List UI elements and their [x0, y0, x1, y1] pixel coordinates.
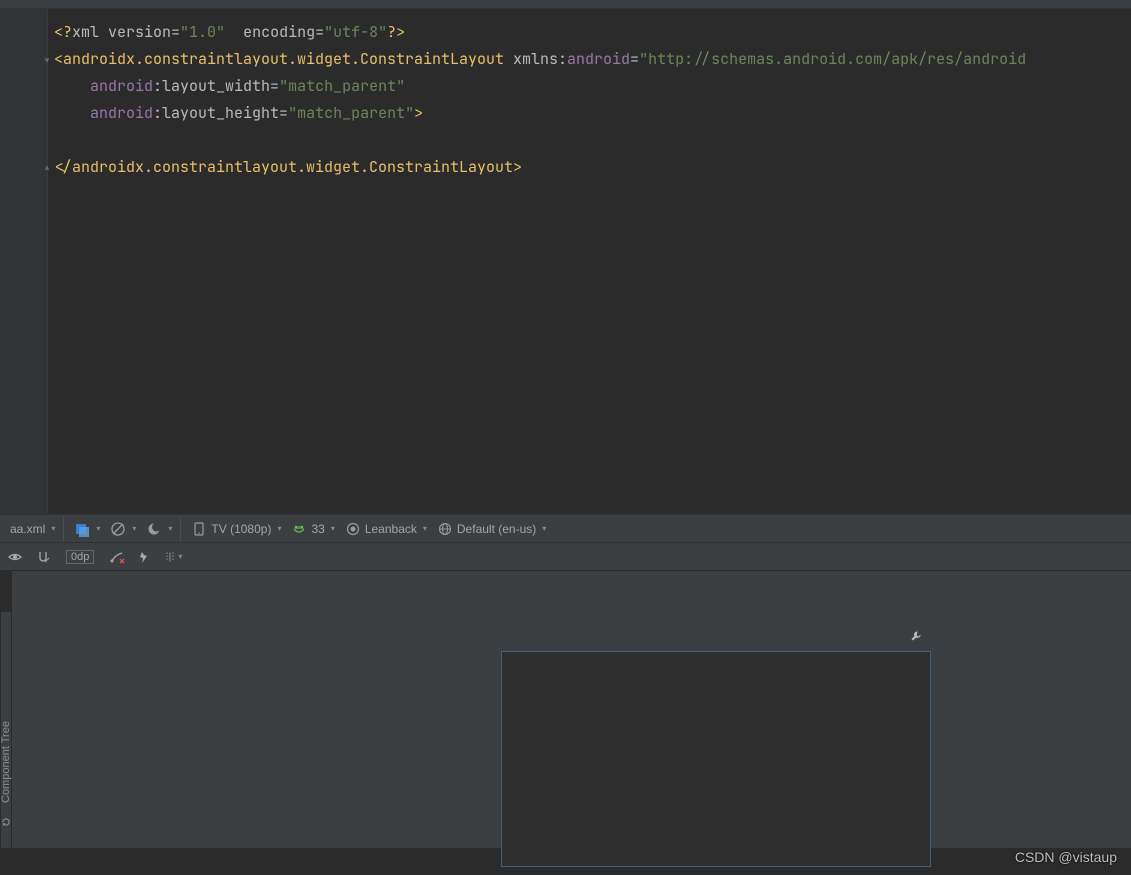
chevron-down-icon: ▾	[423, 524, 427, 533]
chevron-down-icon: ▾	[132, 524, 136, 533]
code-content[interactable]: <?xml version="1.0" encoding="utf-8"?><a…	[48, 9, 1131, 514]
dp-label: 0dp	[66, 550, 94, 564]
code-editor: ▾ ▴ <?xml version="1.0" encoding="utf-8"…	[0, 9, 1131, 514]
design-canvas[interactable]	[11, 571, 1131, 848]
chevron-down-icon: ▾	[168, 524, 172, 533]
chevron-down-icon: ▾	[277, 524, 281, 533]
default-margin[interactable]: 0dp	[62, 545, 98, 569]
design-toolbar-secondary: 0dp ▾	[0, 543, 1131, 571]
locale-label: Default (en-us)	[457, 522, 536, 536]
wrench-icon[interactable]	[910, 629, 922, 643]
design-surface	[0, 571, 1131, 875]
guidelines-dropdown[interactable]: ▾	[164, 548, 182, 566]
chevron-down-icon: ▾	[542, 524, 546, 533]
view-options-eye[interactable]	[6, 548, 24, 566]
night-mode-toggle[interactable]: ▾	[142, 517, 181, 541]
refresh-icon[interactable]	[1, 817, 11, 827]
device-dropdown[interactable]: TV (1080p) ▾	[187, 517, 285, 541]
component-tree-label: Component Tree	[0, 721, 12, 803]
chevron-down-icon: ▾	[331, 524, 335, 533]
layout-preview-frame[interactable]	[501, 651, 931, 867]
watermark: CSDN @vistaup	[1015, 849, 1117, 865]
infer-constraints[interactable]	[136, 548, 154, 566]
clear-constraints[interactable]	[108, 548, 126, 566]
file-dropdown[interactable]: aa.xml ▾	[6, 517, 64, 541]
chevron-down-icon: ▾	[178, 552, 182, 561]
theme-label: Leanback	[365, 522, 417, 536]
chevron-down-icon: ▾	[96, 524, 100, 533]
file-dropdown-label: aa.xml	[10, 522, 45, 536]
locale-dropdown[interactable]: Default (en-us) ▾	[433, 517, 550, 541]
design-surface-toggle[interactable]: ▾	[70, 517, 104, 541]
editor-gutter: ▾ ▴	[0, 9, 48, 514]
fold-open-icon[interactable]: ▾	[43, 56, 51, 64]
magnet-toggle[interactable]	[34, 548, 52, 566]
top-strip	[0, 0, 1131, 9]
api-label: 33	[311, 522, 324, 536]
theme-dropdown[interactable]: Leanback ▾	[341, 517, 431, 541]
fold-close-icon[interactable]: ▴	[43, 163, 51, 171]
api-dropdown[interactable]: 33 ▾	[287, 517, 338, 541]
device-label: TV (1080p)	[211, 522, 271, 536]
orientation-toggle[interactable]: ▾	[106, 517, 140, 541]
design-toolbar-primary: aa.xml ▾ ▾ ▾ ▾ TV (1080p) ▾ 33 ▾ Leanbac…	[0, 514, 1131, 543]
component-tree-tab[interactable]: Component Tree	[0, 612, 11, 848]
chevron-down-icon: ▾	[51, 524, 55, 533]
